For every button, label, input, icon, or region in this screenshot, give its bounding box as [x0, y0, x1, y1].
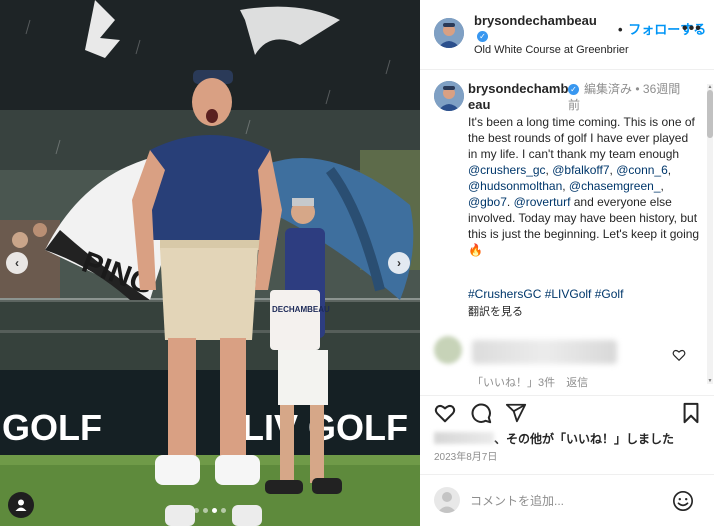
caption-segment: ,: [660, 179, 664, 193]
action-bar: [420, 395, 714, 427]
chevron-left-icon: ‹: [15, 256, 19, 270]
mention-link[interactable]: @chasemgreen_: [569, 179, 661, 193]
carousel-dot: [203, 508, 208, 513]
current-user-avatar: [434, 487, 460, 513]
comment-like-heart-icon[interactable]: [672, 348, 686, 362]
mention-link[interactable]: @conn_6: [616, 163, 668, 177]
scroll-down-arrow-icon[interactable]: ▼: [707, 378, 713, 384]
carousel-dot: [221, 508, 226, 513]
mention-link[interactable]: @crushers_gc: [468, 163, 546, 177]
header-username[interactable]: brysondechambeau ✓: [474, 13, 604, 43]
comment-input[interactable]: [470, 491, 660, 511]
verified-badge-icon: ✓: [477, 31, 488, 42]
likes-text: 、その他が「いいね！」しました: [494, 432, 675, 446]
profile-picture: [434, 18, 464, 48]
comment-reply-button[interactable]: 返信: [566, 377, 588, 389]
avatar[interactable]: [434, 18, 464, 48]
carousel-next-button[interactable]: ›: [388, 252, 410, 274]
caption-segment: ,: [667, 163, 672, 177]
comment-avatar-blurred[interactable]: [434, 336, 462, 364]
add-comment-bar: [420, 474, 714, 526]
chevron-right-icon: ›: [397, 256, 401, 270]
heart-icon[interactable]: [434, 402, 456, 424]
user-tag-icon: [15, 499, 27, 511]
carousel-prev-button[interactable]: ‹: [6, 252, 28, 274]
post-media: GOLF LIV GOLF PING DECHAMBEAU ‹ ›: [0, 0, 420, 526]
caption-segment: .: [506, 195, 514, 209]
caddie-bib-text: DECHAMBEAU: [272, 305, 330, 314]
golf-celebration-photo: GOLF LIV GOLF PING DECHAMBEAU: [0, 0, 420, 526]
caption-avatar[interactable]: [434, 81, 464, 111]
caption-scrollbar[interactable]: ▲ ▼: [707, 84, 713, 384]
post-location[interactable]: Old White Course at Greenbrier: [474, 44, 629, 56]
liker-name-blurred[interactable]: [434, 432, 494, 444]
header-username-text[interactable]: brysondechambeau: [474, 13, 597, 28]
likes-summary[interactable]: 、その他が「いいね！」しました: [434, 430, 704, 447]
more-options-icon[interactable]: •••: [682, 20, 702, 38]
hashtags[interactable]: #CrushersGC #LIVGolf #Golf: [468, 287, 623, 301]
comment-icon[interactable]: [470, 402, 492, 424]
caption-separator: •: [635, 82, 640, 96]
mention-link[interactable]: @roverturf: [514, 195, 571, 209]
comment-item: [420, 336, 714, 376]
comment-likes-count[interactable]: 「いいね！」3件: [472, 377, 555, 389]
follow-separator: •: [618, 22, 623, 37]
tagged-users-button[interactable]: [8, 492, 34, 518]
comment-meta: 「いいね！」3件 返信: [472, 374, 596, 390]
scrollbar-thumb[interactable]: [707, 90, 713, 138]
fire-emoji-icon: 🔥: [468, 243, 483, 257]
post-date: 2023年8月7日: [434, 452, 498, 463]
mention-link[interactable]: @gbo7: [468, 195, 507, 209]
emoji-icon[interactable]: [672, 490, 694, 512]
mention-link[interactable]: @hudsonmolthan: [468, 179, 562, 193]
mention-link[interactable]: @bfalkoff7: [552, 163, 609, 177]
comment-text-blurred: [472, 340, 617, 364]
see-translation-link[interactable]: 翻訳を見る: [468, 303, 523, 319]
caption-segment: It's been a long time coming. This is on…: [468, 115, 695, 161]
carousel-indicator: [194, 508, 226, 513]
banner-text-left: GOLF: [2, 407, 102, 448]
caption-segment: ,: [562, 179, 569, 193]
share-icon[interactable]: [505, 402, 527, 424]
carousel-dot: [194, 508, 199, 513]
default-avatar-icon: [437, 492, 457, 513]
post-header: brysondechambeau✓ • フォローする Old White Cou…: [420, 0, 714, 70]
bookmark-icon[interactable]: [680, 402, 702, 424]
edited-label: 編集済み: [584, 82, 633, 96]
post-detail-panel: brysondechambeau✓ • フォローする Old White Cou…: [420, 0, 714, 526]
caption-username[interactable]: brysondechambeau: [468, 81, 570, 113]
caption-text: It's been a long time coming. This is on…: [468, 114, 700, 258]
profile-picture: [434, 81, 464, 111]
carousel-dot-active: [212, 508, 217, 513]
verified-badge-icon: ✓: [568, 84, 579, 95]
banner-text-right: LIV GOLF: [242, 407, 408, 448]
caption-meta: ✓ 編集済み • 36週間前: [568, 81, 686, 113]
